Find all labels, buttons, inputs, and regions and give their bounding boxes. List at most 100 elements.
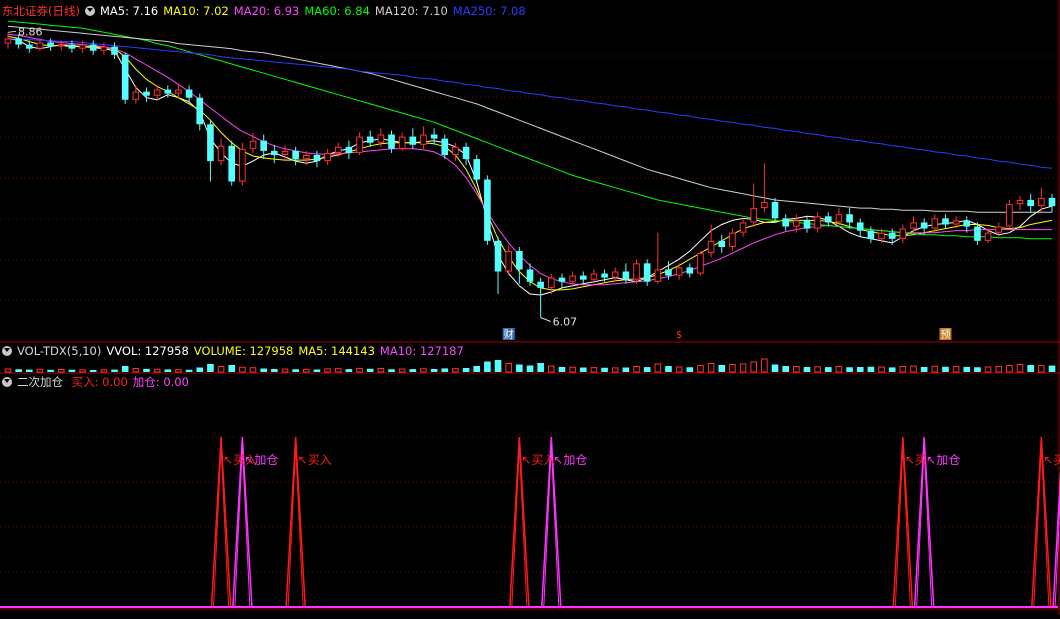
candle-body <box>217 145 225 162</box>
candle-body <box>910 222 917 229</box>
volume-bar <box>196 367 204 372</box>
volume-bar <box>441 368 449 372</box>
volume-bar <box>761 358 768 373</box>
candle-body <box>430 134 438 139</box>
volume-bar <box>89 370 97 372</box>
candle-body <box>121 54 129 100</box>
buy-signal-label: ↖买入 <box>298 453 332 467</box>
volume-bar <box>409 369 417 372</box>
candle-body <box>643 263 651 282</box>
volume-bar <box>793 366 800 373</box>
candle-body <box>548 277 555 288</box>
ma-line-ma60 <box>7 20 1052 240</box>
indicator-menu-icon[interactable] <box>2 377 12 387</box>
candle-body <box>452 146 459 155</box>
volume-bar <box>771 364 779 372</box>
candle-body <box>846 214 853 223</box>
stock-title[interactable]: 东北证券(日线) <box>2 4 80 18</box>
candle-body <box>473 159 481 180</box>
volume-bar <box>675 366 683 373</box>
volume-legend-item: VOL-TDX(5,10) <box>17 344 102 358</box>
candle-body <box>505 251 512 272</box>
candle-body <box>89 44 97 51</box>
price-panel-header: 东北证券(日线) MA5: 7.16 MA10: 7.02 MA20: 6.93 MA6… <box>2 3 536 19</box>
volume-bar <box>494 360 502 372</box>
panel-menu-icon[interactable] <box>84 6 95 16</box>
volume-bar <box>271 369 278 372</box>
volume-bar <box>47 369 54 372</box>
volume-menu-icon[interactable] <box>2 346 12 356</box>
add-signal-label: ↖加仓 <box>244 453 278 467</box>
ma-legend-item: MA120: 7.10 <box>374 4 448 18</box>
volume-bar <box>111 369 118 372</box>
candle-body <box>1006 204 1013 227</box>
candle-body <box>611 271 619 278</box>
candle-body <box>675 267 683 276</box>
candle-body <box>878 232 885 239</box>
candle-body <box>984 232 992 241</box>
candle-body <box>963 220 971 227</box>
volume-bar <box>984 366 992 373</box>
volume-bar <box>292 369 299 372</box>
volume-bar <box>249 367 257 373</box>
volume-bar <box>1016 364 1024 373</box>
candle-body <box>4 38 12 44</box>
event-marker: 预 <box>940 329 950 341</box>
candle-body <box>484 179 491 241</box>
candle-body <box>196 97 204 125</box>
candle-body <box>782 218 789 227</box>
volume-bar <box>686 367 694 372</box>
candle-body <box>974 226 981 241</box>
candle-body <box>558 277 566 282</box>
candle-body <box>803 220 811 229</box>
ma-legend-item: MA20: 6.93 <box>233 4 300 18</box>
volume-bar <box>931 365 939 373</box>
ma-line-ma10 <box>7 35 1053 291</box>
candle-body <box>366 136 374 143</box>
buy-signal-label: ↖买 <box>905 453 927 467</box>
add-signal-label: ↖加仓 <box>926 453 960 467</box>
candle-body <box>441 138 449 155</box>
candle-body <box>856 222 864 231</box>
ma-legend-item: MA5: 7.16 <box>99 4 159 18</box>
volume-bar <box>537 363 544 372</box>
volume-bar <box>867 366 875 372</box>
candle-body <box>867 230 875 239</box>
event-marker: 财 <box>504 328 514 341</box>
volume-bar <box>143 368 150 372</box>
candle-body <box>718 240 726 247</box>
low-price-label: 6.07 <box>553 316 578 329</box>
candle-body <box>398 136 406 149</box>
candle-body <box>100 46 108 51</box>
candle-body <box>420 134 427 145</box>
candle-body <box>164 89 172 94</box>
indicator-title[interactable]: 二次加仓 <box>17 375 63 389</box>
volume-bar <box>345 369 353 372</box>
volume-bar <box>633 366 640 373</box>
candle-body <box>729 232 736 247</box>
indicator-legend: 买入: 0.00 加仓: 0.00 <box>72 375 194 389</box>
volume-bar <box>888 367 896 372</box>
volume-bar <box>164 369 172 372</box>
candle-body <box>707 240 715 254</box>
ma-line-ma5 <box>7 37 1053 296</box>
candle-body <box>153 89 161 96</box>
indicator-legend-item: 买入: 0.00 <box>71 375 128 389</box>
volume-bar <box>654 363 662 373</box>
ma-legend-item: MA250: 7.08 <box>452 4 526 18</box>
volume-bar <box>377 368 385 373</box>
high-price-pointer <box>7 30 17 33</box>
candle-body <box>57 44 65 47</box>
candle-body <box>79 44 86 49</box>
candle-body <box>1016 199 1024 205</box>
chart-stage[interactable]: 8.866.07财$预↖买入↖加仓↖买入↖买入↖加仓↖买↖加仓↖买↖加仓 东北证… <box>0 0 1060 615</box>
chart-canvas[interactable]: 8.866.07财$预↖买入↖加仓↖买入↖买入↖加仓↖买↖加仓↖买↖加仓 <box>0 0 1060 615</box>
volume-bar <box>814 366 821 373</box>
volume-bar <box>611 367 619 373</box>
volume-bar <box>579 367 587 372</box>
candle-body <box>697 253 704 274</box>
volume-bar <box>920 367 928 372</box>
candle-body <box>388 134 395 149</box>
candle-body <box>888 232 896 239</box>
candle-body <box>601 273 608 278</box>
